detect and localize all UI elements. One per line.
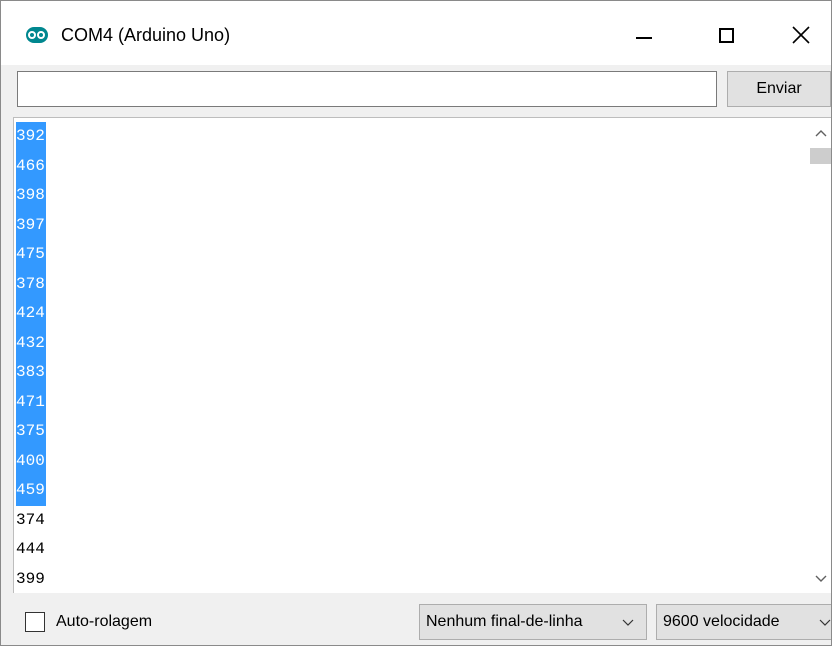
output-line: 378 [16,269,806,304]
output-line-text: 398 [16,181,46,211]
output-line: 424 [16,299,806,333]
autoscroll-label: Auto-rolagem [56,613,153,630]
maximize-icon [718,27,734,43]
output-line: 444 [16,539,806,569]
output-line-text: 432 [16,328,46,358]
serial-monitor-window: COM4 (Arduino Uno) Enviar 392 466 398 397 47… [0,0,832,646]
line-ending-value: Nenhum final-de-linha [426,613,583,630]
output-line: 475 [16,240,806,274]
output-line: 400 [16,446,806,481]
chevron-down-icon [819,619,831,626]
output-line-text: 374 [16,510,45,529]
scroll-down-button[interactable] [808,568,831,590]
autoscroll-checkbox[interactable] [25,612,45,632]
scroll-up-button[interactable] [808,122,831,144]
window-title: COM4 (Arduino Uno) [61,25,231,45]
output-line-text: 399 [16,569,45,588]
output-line: 432 [16,328,806,363]
chevron-up-icon [815,130,827,137]
output-line: 383 [16,358,806,392]
minimize-button[interactable] [621,13,667,57]
output-line: 392 [16,122,806,156]
maximize-button[interactable] [703,13,749,57]
output-line-text: 400 [16,446,46,476]
output-line-text: 397 [16,210,46,240]
title-bar[interactable]: COM4 (Arduino Uno) [1,1,831,65]
output-line: 374 [16,510,806,540]
output-line: 459 [16,476,806,510]
output-line-text: 375 [16,417,46,447]
output-line: 397 [16,210,806,245]
send-row: Enviar [1,65,831,119]
output-line-text: 466 [16,151,46,181]
output-line: 398 [16,181,806,215]
arduino-logo-icon [26,27,48,43]
output-line-text: 378 [16,269,46,299]
send-button[interactable]: Enviar [727,71,831,107]
output-line-text: 392 [16,122,46,152]
scroll-thumb[interactable] [810,148,831,164]
line-ending-select[interactable]: Nenhum final-de-linha [419,604,647,640]
serial-output-area[interactable]: 392 466 398 397 475 378 424 432 383 471 375 400 459 3… [13,117,831,594]
close-button[interactable] [778,13,824,57]
output-line-text: 444 [16,540,45,558]
output-line: 471 [16,387,806,422]
chevron-down-icon [622,619,634,626]
chevron-down-icon [815,575,827,582]
output-line-text: 475 [16,240,46,270]
output-line-text: 459 [16,476,46,506]
vertical-scrollbar[interactable] [808,118,831,594]
output-line: 466 [16,151,806,186]
output-line: 375 [16,417,806,451]
output-line-text: 383 [16,358,46,388]
output-line-text: 424 [16,299,46,329]
minimize-icon [636,37,652,39]
output-lines: 392 466 398 397 475 378 424 432 383 471 375 400 459 3… [16,122,806,598]
serial-send-input[interactable] [17,71,717,107]
output-line-text: 471 [16,387,46,417]
bottom-bar: Auto-rolagem Nenhum final-de-linha 9600 … [1,593,831,645]
baud-rate-value: 9600 velocidade [663,613,780,630]
baud-rate-select[interactable]: 9600 velocidade [656,604,831,640]
close-icon [792,26,810,44]
